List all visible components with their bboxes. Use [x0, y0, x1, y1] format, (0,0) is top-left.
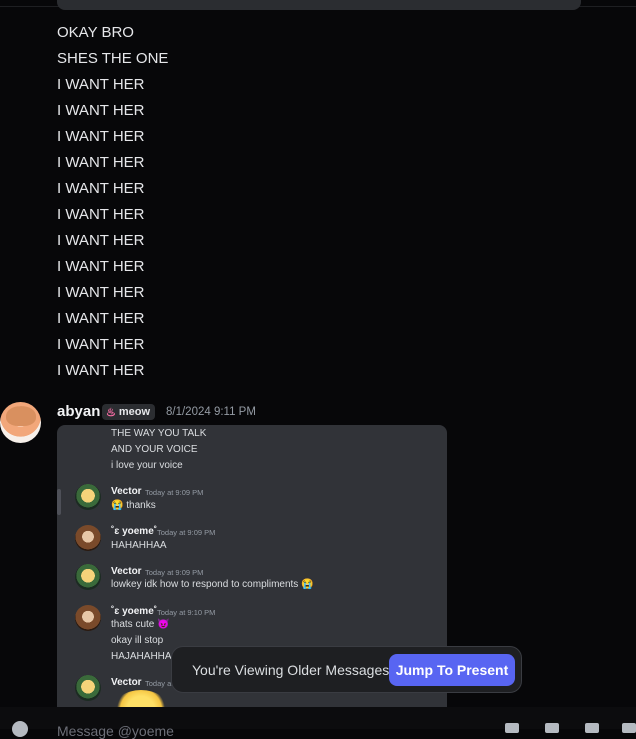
- message-line: I WANT HER: [57, 102, 145, 119]
- message-line: I WANT HER: [57, 180, 145, 197]
- server-tag-label: meow: [118, 406, 151, 418]
- add-attachment-icon[interactable]: [12, 721, 28, 737]
- message-line: I WANT HER: [57, 284, 145, 301]
- message-line: I WANT HER: [57, 310, 145, 327]
- avatar[interactable]: [0, 402, 41, 443]
- gif-icon[interactable]: [545, 723, 559, 733]
- screenshot-line: 😭 thanks: [111, 500, 156, 511]
- avatar: [75, 605, 101, 631]
- message-line: I WANT HER: [57, 336, 145, 353]
- screenshot-line: HAJAHAHHA: [111, 651, 172, 662]
- screenshot-username: Vector: [111, 566, 142, 577]
- message-line: I WANT HER: [57, 128, 145, 145]
- older-messages-text: You're Viewing Older Messages: [192, 662, 390, 678]
- message-line: I WANT HER: [57, 76, 145, 93]
- message-line: I WANT HER: [57, 362, 145, 379]
- message-line: OKAY BRO: [57, 24, 134, 41]
- message-line: I WANT HER: [57, 232, 145, 249]
- screenshot-timestamp: Today at 9:10 PM: [157, 608, 216, 617]
- message-text-block: OKAY BRO SHES THE ONE I WANT HER I WANT …: [57, 20, 168, 384]
- message-line: I WANT HER: [57, 206, 145, 223]
- older-messages-bar: You're Viewing Older Messages Jump To Pr…: [171, 646, 522, 693]
- message-line: I WANT HER: [57, 154, 145, 171]
- gift-icon[interactable]: [505, 723, 519, 733]
- avatar: [75, 675, 101, 701]
- screenshot-line: lowkey idk how to respond to compliments…: [111, 579, 314, 590]
- message-line: SHES THE ONE: [57, 50, 169, 67]
- sticker-icon[interactable]: [585, 723, 599, 733]
- server-tag[interactable]: ♨ meow: [102, 404, 156, 420]
- avatar: [75, 564, 101, 590]
- avatar: [75, 484, 101, 510]
- screenshot-timestamp: Today at 9:09 PM: [157, 528, 216, 537]
- message-timestamp: 8/1/2024 9:11 PM: [166, 406, 256, 418]
- jump-to-present-button[interactable]: Jump To Present: [389, 654, 515, 686]
- screenshot-timestamp: Today at 9:09 PM: [145, 488, 204, 497]
- message-line: I WANT HER: [57, 258, 145, 275]
- screenshot-timestamp: Today at: [145, 679, 174, 688]
- username[interactable]: abyan: [57, 403, 100, 420]
- avatar: [75, 525, 101, 551]
- screenshot-line: AND YOUR VOICE: [111, 444, 198, 455]
- screenshot-line: i love your voice: [111, 460, 183, 471]
- message-composer[interactable]: Message @yoeme: [0, 707, 636, 739]
- previous-embed-edge: [57, 0, 581, 10]
- message-input-placeholder: Message @yoeme: [57, 723, 174, 739]
- scrollbar: [57, 489, 61, 515]
- flame-icon: ♨: [106, 406, 116, 419]
- screenshot-username: Vector: [111, 677, 142, 688]
- screenshot-username: ˚ɛ yoeme˚: [111, 526, 158, 537]
- screenshot-username: ˚ɛ yoeme˚: [111, 606, 158, 617]
- screenshot-line: THE WAY YOU TALK: [111, 428, 207, 439]
- screenshot-line: okay ill stop: [111, 635, 164, 646]
- screenshot-line: thats cute 😈: [111, 619, 170, 630]
- screenshot-username: Vector: [111, 486, 142, 497]
- screenshot-line: HAHAHHAA: [111, 540, 167, 551]
- emoji-icon[interactable]: [622, 723, 636, 733]
- screenshot-timestamp: Today at 9:09 PM: [145, 568, 204, 577]
